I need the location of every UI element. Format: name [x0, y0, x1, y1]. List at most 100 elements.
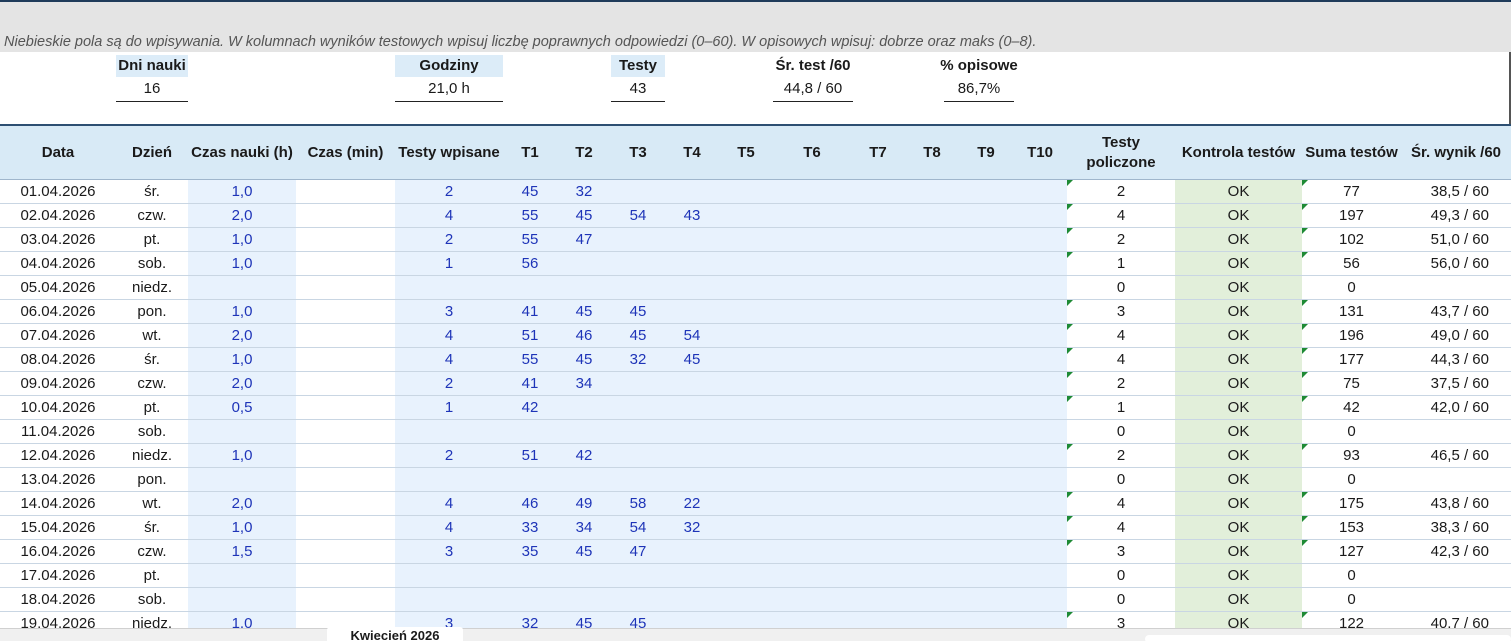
- table-cell[interactable]: 58: [611, 491, 665, 516]
- table-cell[interactable]: sob.: [116, 251, 188, 276]
- table-cell[interactable]: 38,5 / 60: [1401, 179, 1511, 204]
- table-cell[interactable]: [296, 179, 395, 204]
- table-cell[interactable]: [611, 227, 665, 252]
- table-cell[interactable]: [773, 587, 851, 612]
- table-cell[interactable]: [773, 275, 851, 300]
- table-cell[interactable]: 3: [1067, 539, 1175, 564]
- table-cell[interactable]: 55: [503, 227, 557, 252]
- table-cell[interactable]: sob.: [116, 419, 188, 444]
- table-cell[interactable]: [1013, 443, 1067, 468]
- table-cell[interactable]: [773, 419, 851, 444]
- table-cell[interactable]: 2: [395, 443, 503, 468]
- table-cell[interactable]: 153: [1302, 515, 1401, 540]
- table-cell[interactable]: 06.04.2026: [0, 299, 116, 324]
- table-cell[interactable]: [905, 467, 959, 492]
- table-cell[interactable]: [296, 347, 395, 372]
- table-cell[interactable]: 1,0: [188, 515, 296, 540]
- table-cell[interactable]: [1013, 323, 1067, 348]
- table-cell[interactable]: śr.: [116, 347, 188, 372]
- table-cell[interactable]: 35: [503, 539, 557, 564]
- table-cell[interactable]: 34: [557, 371, 611, 396]
- table-cell[interactable]: [1013, 227, 1067, 252]
- table-cell[interactable]: 13.04.2026: [0, 467, 116, 492]
- table-cell[interactable]: 45: [611, 323, 665, 348]
- table-cell[interactable]: 08.04.2026: [0, 347, 116, 372]
- table-cell[interactable]: [296, 323, 395, 348]
- table-cell[interactable]: [719, 323, 773, 348]
- table-cell[interactable]: 4: [1067, 515, 1175, 540]
- column-header[interactable]: T1: [503, 124, 557, 180]
- table-cell[interactable]: 1,0: [188, 299, 296, 324]
- table-cell[interactable]: [905, 539, 959, 564]
- table-cell[interactable]: [296, 587, 395, 612]
- table-cell[interactable]: 43: [665, 203, 719, 228]
- table-cell[interactable]: [959, 395, 1013, 420]
- table-cell[interactable]: [1013, 395, 1067, 420]
- table-cell[interactable]: 55: [503, 347, 557, 372]
- table-cell[interactable]: 102: [1302, 227, 1401, 252]
- table-cell[interactable]: OK: [1175, 347, 1302, 372]
- table-cell[interactable]: [1401, 587, 1511, 612]
- table-cell[interactable]: 1: [395, 251, 503, 276]
- table-cell[interactable]: 56,0 / 60: [1401, 251, 1511, 276]
- table-cell[interactable]: 49: [557, 491, 611, 516]
- column-header[interactable]: Dzień: [116, 124, 188, 180]
- table-cell[interactable]: [959, 227, 1013, 252]
- table-cell[interactable]: 33: [503, 515, 557, 540]
- summary-value[interactable]: 16: [116, 77, 188, 102]
- table-cell[interactable]: OK: [1175, 395, 1302, 420]
- table-cell[interactable]: [296, 539, 395, 564]
- table-cell[interactable]: [959, 587, 1013, 612]
- table-cell[interactable]: [851, 371, 905, 396]
- column-header[interactable]: Data: [0, 124, 116, 180]
- summary-value[interactable]: 44,8 / 60: [773, 77, 853, 102]
- table-cell[interactable]: [503, 419, 557, 444]
- table-cell[interactable]: 4: [395, 203, 503, 228]
- table-cell[interactable]: 177: [1302, 347, 1401, 372]
- table-cell[interactable]: 42,0 / 60: [1401, 395, 1511, 420]
- table-cell[interactable]: 3: [395, 299, 503, 324]
- table-cell[interactable]: 2: [1067, 371, 1175, 396]
- table-cell[interactable]: 32: [611, 347, 665, 372]
- table-cell[interactable]: [773, 563, 851, 588]
- table-cell[interactable]: [557, 467, 611, 492]
- summary-value[interactable]: 21,0 h: [395, 77, 503, 102]
- table-cell[interactable]: [611, 443, 665, 468]
- table-cell[interactable]: 07.04.2026: [0, 323, 116, 348]
- table-cell[interactable]: 01.04.2026: [0, 179, 116, 204]
- table-cell[interactable]: [665, 371, 719, 396]
- table-cell[interactable]: 43,7 / 60: [1401, 299, 1511, 324]
- table-cell[interactable]: 49,0 / 60: [1401, 323, 1511, 348]
- column-header[interactable]: Śr. wynik /60: [1401, 124, 1511, 180]
- table-cell[interactable]: [296, 419, 395, 444]
- table-cell[interactable]: 09.04.2026: [0, 371, 116, 396]
- table-cell[interactable]: [719, 563, 773, 588]
- table-cell[interactable]: [719, 491, 773, 516]
- table-cell[interactable]: [851, 563, 905, 588]
- table-cell[interactable]: [851, 467, 905, 492]
- table-cell[interactable]: [959, 491, 1013, 516]
- table-cell[interactable]: [296, 275, 395, 300]
- table-cell[interactable]: 46: [503, 491, 557, 516]
- table-cell[interactable]: [959, 443, 1013, 468]
- table-cell[interactable]: 4: [395, 323, 503, 348]
- table-cell[interactable]: OK: [1175, 563, 1302, 588]
- table-cell[interactable]: [557, 275, 611, 300]
- table-cell[interactable]: [1013, 515, 1067, 540]
- table-cell[interactable]: 55: [503, 203, 557, 228]
- table-cell[interactable]: 2: [1067, 227, 1175, 252]
- table-cell[interactable]: 51: [503, 323, 557, 348]
- table-cell[interactable]: [557, 563, 611, 588]
- table-cell[interactable]: OK: [1175, 227, 1302, 252]
- table-cell[interactable]: [1013, 275, 1067, 300]
- table-cell[interactable]: [611, 395, 665, 420]
- table-cell[interactable]: 45: [557, 347, 611, 372]
- table-cell[interactable]: [1401, 467, 1511, 492]
- table-cell[interactable]: [296, 563, 395, 588]
- table-cell[interactable]: [719, 395, 773, 420]
- column-header[interactable]: T4: [665, 124, 719, 180]
- table-cell[interactable]: 54: [665, 323, 719, 348]
- table-cell[interactable]: sob.: [116, 587, 188, 612]
- table-cell[interactable]: [851, 251, 905, 276]
- table-cell[interactable]: [188, 563, 296, 588]
